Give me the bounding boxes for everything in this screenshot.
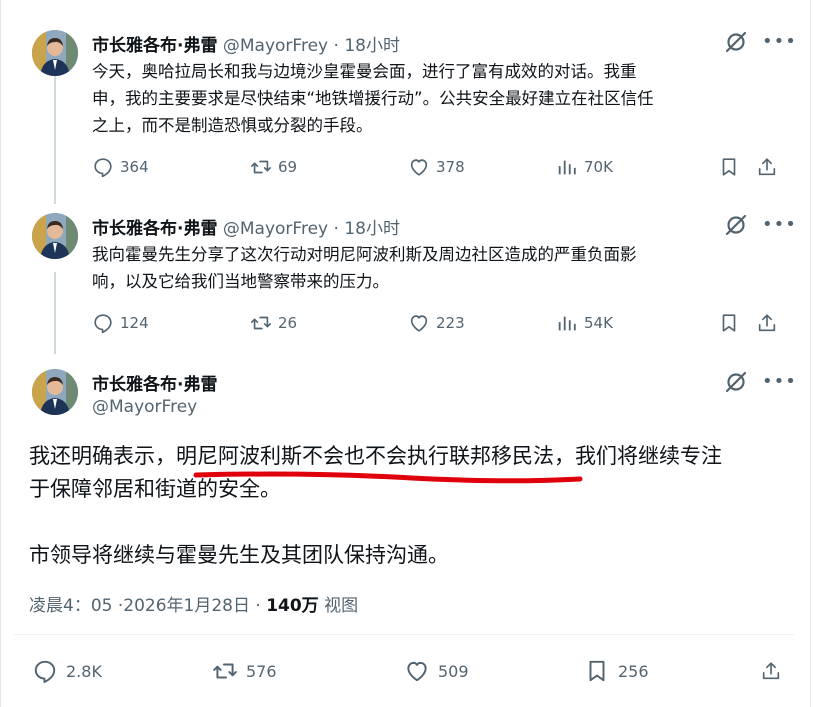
reply-count: 2.8K xyxy=(66,661,102,681)
avatar[interactable] xyxy=(32,30,78,76)
author-handle[interactable]: @MayorFrey xyxy=(223,36,328,56)
reply-button[interactable]: 124 xyxy=(92,312,250,334)
repost-button[interactable]: 576 xyxy=(212,658,404,684)
views-total: 140万 xyxy=(266,596,319,616)
tweet-2[interactable]: 市长雅各布·弗雷 @MayorFrey · 18小时 ••• 我向霍曼先生分享了… xyxy=(0,200,810,350)
repost-count: 26 xyxy=(278,314,298,332)
main-tweet-text: 我还明确表示，明尼阿波利斯不会也不会执行联邦移民法，我们将继续专注 于保障邻居和… xyxy=(29,440,799,572)
reply-icon xyxy=(94,158,112,178)
views-icon xyxy=(558,160,576,175)
tweet-text-line: 我向霍曼先生分享了这次行动对明尼阿波利斯及周边社区造成的严重负面影 xyxy=(92,245,637,264)
repost-count: 576 xyxy=(246,661,277,681)
author-handle[interactable]: @MayorFrey xyxy=(223,219,328,239)
repost-count: 69 xyxy=(278,158,298,176)
share-button[interactable] xyxy=(760,658,782,684)
share-icon xyxy=(758,158,776,176)
reply-button[interactable]: 2.8K xyxy=(32,658,212,684)
author-name[interactable]: 市长雅各布·弗雷 xyxy=(92,36,217,56)
right-border xyxy=(810,0,811,707)
reply-icon xyxy=(94,314,112,334)
share-button[interactable] xyxy=(756,312,794,334)
views-button[interactable]: 54K xyxy=(556,312,718,334)
views-label: 视图 xyxy=(324,596,359,616)
reply-button[interactable]: 364 xyxy=(92,156,250,178)
share-icon xyxy=(758,314,776,332)
tweet-1[interactable]: 市长雅各布·弗雷 @MayorFrey · 18小时 ••• 今天，奥哈拉局长和… xyxy=(0,0,810,200)
grok-icon[interactable] xyxy=(724,370,748,394)
avatar[interactable] xyxy=(32,369,78,415)
separator-dot: · xyxy=(333,219,339,239)
reply-icon xyxy=(34,660,56,684)
author-handle[interactable]: @MayorFrey xyxy=(92,397,197,417)
author-name[interactable]: 市长雅各布·弗雷 xyxy=(92,219,217,239)
bookmark-icon xyxy=(589,660,605,682)
more-icon[interactable]: ••• xyxy=(762,33,797,51)
bookmark-button[interactable] xyxy=(718,156,756,178)
repost-button[interactable]: 69 xyxy=(250,156,408,178)
separator-dot: · xyxy=(255,596,261,616)
tweet-text-line: 申，我的主要要求是尽快结束“地铁增援行动”。公共安全最好建立在社区信任 xyxy=(92,89,654,108)
more-icon[interactable]: ••• xyxy=(762,216,797,234)
bookmark-icon xyxy=(722,314,736,332)
tweet-text-line: 之上，而不是制造恐惧或分裂的手段。 xyxy=(92,116,373,135)
grok-icon[interactable] xyxy=(724,30,748,54)
like-count: 509 xyxy=(438,661,469,681)
views-icon xyxy=(558,316,576,331)
more-icon[interactable]: ••• xyxy=(762,373,797,391)
like-icon xyxy=(407,661,427,682)
avatar[interactable] xyxy=(32,213,78,259)
divider xyxy=(14,634,794,635)
main-action-bar: 2.8K 576 509 256 xyxy=(32,658,782,684)
like-button[interactable]: 509 xyxy=(404,658,584,684)
action-bar: 364 69 378 70K xyxy=(92,156,794,178)
repost-icon xyxy=(213,663,237,679)
post-time[interactable]: 18小时 xyxy=(344,219,400,239)
repost-icon xyxy=(251,160,271,174)
share-button[interactable] xyxy=(756,156,794,178)
action-bar: 124 26 223 54K xyxy=(92,312,794,334)
like-icon xyxy=(410,159,428,176)
like-count: 378 xyxy=(436,158,465,176)
main-text-paragraph: 市领导将继续与霍曼先生及其团队保持沟通。 xyxy=(29,543,449,567)
views-button[interactable]: 70K xyxy=(556,156,718,178)
bookmark-count: 256 xyxy=(618,661,649,681)
bookmark-button[interactable]: 256 xyxy=(584,658,760,684)
bookmark-button[interactable] xyxy=(718,312,756,334)
tweet-text-line: 今天，奥哈拉局长和我与边境沙皇霍曼会面，进行了富有成效的对话。我重 xyxy=(92,62,637,81)
bookmark-icon xyxy=(722,158,736,176)
repost-icon xyxy=(251,316,271,330)
share-icon xyxy=(762,662,780,680)
post-meta: 凌晨4：05 ·2026年1月28日 · 140万 视图 xyxy=(29,591,358,616)
repost-button[interactable]: 26 xyxy=(250,312,408,334)
like-count: 223 xyxy=(436,314,465,332)
author-name[interactable]: 市长雅各布·弗雷 xyxy=(92,375,217,395)
like-icon xyxy=(410,315,428,332)
views-count: 70K xyxy=(584,158,613,176)
like-button[interactable]: 223 xyxy=(408,312,556,334)
tweet-text-line: 响，以及它给我们当地警察带来的压力。 xyxy=(92,272,389,291)
reply-count: 124 xyxy=(120,314,149,332)
separator-dot: · xyxy=(333,36,339,56)
like-button[interactable]: 378 xyxy=(408,156,556,178)
post-time[interactable]: 18小时 xyxy=(344,36,400,56)
post-timestamp[interactable]: 凌晨4：05 ·2026年1月28日 xyxy=(29,596,250,616)
red-underline-annotation xyxy=(193,471,583,484)
views-count: 54K xyxy=(584,314,613,332)
reply-count: 364 xyxy=(120,158,149,176)
grok-icon[interactable] xyxy=(724,213,748,237)
